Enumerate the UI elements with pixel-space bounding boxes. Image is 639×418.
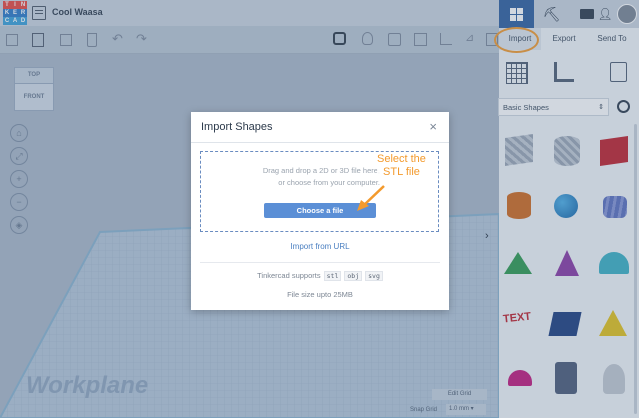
annotation-line1: Select the [377,153,426,166]
format-badge: stl [323,271,342,281]
close-icon[interactable]: × [429,119,437,134]
annotation-line2: STL file [377,166,426,179]
dialog-title: Import Shapes [201,121,273,133]
tutorial-annotation: Select the STL file [377,153,426,179]
import-shapes-dialog: Import Shapes × Drag and drop a 2D or 3D… [191,112,449,310]
import-from-url-link[interactable]: Import from URL [191,242,449,251]
file-size-limit: File size upto 25MB [287,290,353,299]
format-badge: svg [365,271,383,281]
supports-label: Tinkercad supports [257,271,321,280]
supported-formats: Tinkercad supports stl obj svg [191,271,449,281]
annotation-arrow-icon [357,185,385,211]
format-badge: obj [344,271,363,281]
drop-instructions-line1: Drag and drop a 2D or 3D file here, [262,166,380,175]
dialog-header: Import Shapes × [191,112,449,143]
divider [200,262,440,263]
